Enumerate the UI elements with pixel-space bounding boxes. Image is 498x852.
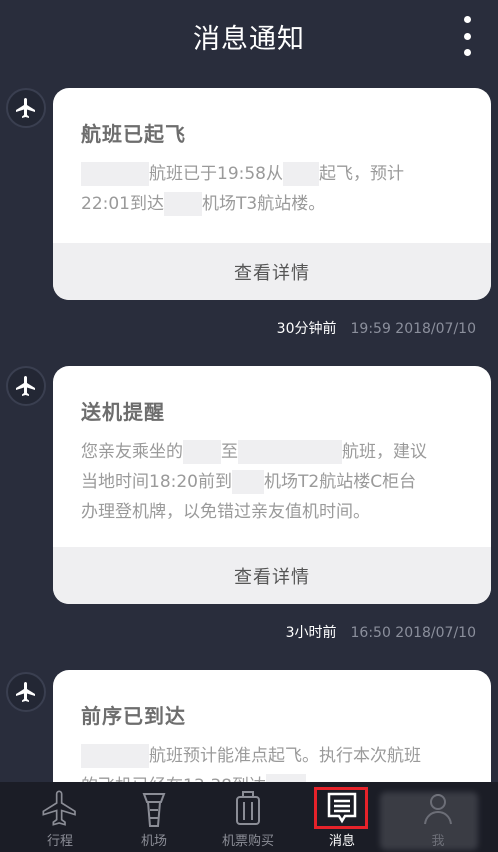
tab-trips[interactable]: 行程 [20, 782, 100, 852]
tab-label: 机场 [140, 834, 167, 849]
active-tab-highlight [314, 787, 368, 829]
control-tower-icon [142, 793, 166, 827]
tab-label: 消息 [328, 834, 355, 849]
message-text: 您亲友乘坐的至航班，建议 当地时间18:20前到 机场T2航站楼C柜台 办理登机牌… [81, 440, 427, 522]
message-meta: 3小时前 16:50 2018/07/10 [286, 622, 476, 642]
redacted-block [164, 192, 202, 216]
message-card[interactable]: 航班已起飞 航班已于19:58从 起飞，预计 22:01到达 机场T3航站楼。 查看… [53, 88, 491, 300]
tab-ticket-purchase[interactable]: 机票购买 [208, 782, 288, 852]
tab-label: 机票购买 [221, 834, 274, 849]
airplane-icon [42, 790, 76, 826]
message-text: 航班已于19:58从 起飞，预计 22:01到达 机场T3航站楼。 [81, 162, 404, 216]
airplane-icon [6, 672, 46, 712]
view-details-button[interactable]: 查看详情 [53, 243, 491, 300]
message-title: 送机提醒 [81, 400, 165, 424]
header-bar: 消息通知 [0, 0, 498, 76]
timestamp: 16:50 2018/07/10 [350, 625, 477, 641]
watermark-blur [380, 792, 478, 850]
relative-time: 30分钟前 [276, 321, 337, 337]
redacted-block [183, 440, 221, 464]
tab-label: 行程 [46, 834, 73, 849]
message-card[interactable]: 送机提醒 您亲友乘坐的至航班，建议 当地时间18:20前到 机场T2航站楼C柜台 … [53, 366, 491, 604]
page-title: 消息通知 [193, 23, 305, 55]
more-options-icon[interactable] [462, 16, 472, 56]
redacted-block [81, 744, 149, 768]
redacted-block [81, 162, 149, 186]
luggage-icon [236, 791, 260, 825]
airplane-icon [6, 88, 46, 128]
tab-airport[interactable]: 机场 [114, 782, 194, 852]
airplane-icon [6, 366, 46, 406]
timestamp: 19:59 2018/07/10 [350, 321, 477, 337]
redacted-block [283, 162, 319, 186]
message-title: 航班已起飞 [81, 122, 186, 146]
redacted-block [232, 470, 264, 494]
message-title: 前序已到达 [81, 704, 186, 728]
view-details-button[interactable]: 查看详情 [53, 547, 491, 604]
message-meta: 30分钟前 19:59 2018/07/10 [277, 318, 476, 338]
redacted-block [238, 440, 342, 464]
relative-time: 3小时前 [285, 625, 337, 641]
